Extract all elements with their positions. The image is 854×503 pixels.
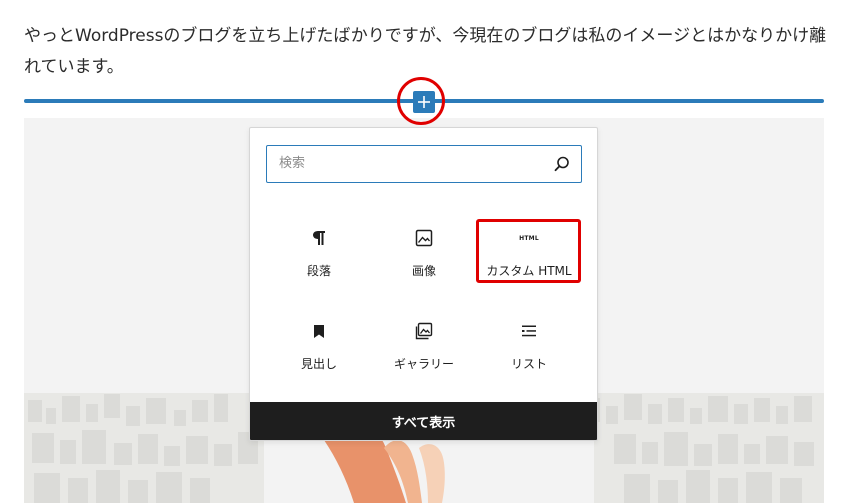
- paragraph-icon: [307, 226, 331, 250]
- plus-icon: [418, 96, 430, 108]
- block-inserter-popover: 段落 画像 HTML カスタム HTML 見出し: [249, 127, 598, 441]
- block-label: 段落: [306, 264, 331, 278]
- block-label: ギャラリー: [393, 357, 454, 371]
- block-search-input[interactable]: [267, 146, 547, 181]
- block-inserter-plus-button[interactable]: [413, 91, 435, 113]
- search-box: [266, 145, 582, 183]
- block-item-custom-html[interactable]: HTML カスタム HTML: [479, 219, 579, 285]
- block-label: リスト: [510, 357, 547, 371]
- block-item-paragraph[interactable]: 段落: [269, 219, 369, 285]
- list-icon: [517, 319, 541, 343]
- html-icon: HTML: [517, 226, 541, 250]
- image-icon: [412, 226, 436, 250]
- block-item-gallery[interactable]: ギャラリー: [374, 312, 474, 378]
- html-icon-text: HTML: [519, 234, 539, 242]
- block-item-heading[interactable]: 見出し: [269, 312, 369, 378]
- paragraph-block[interactable]: やっとWordPressのブログを立ち上げたばかりですが、今現在のブログは私のイ…: [24, 21, 834, 83]
- block-label: カスタム HTML: [486, 264, 572, 278]
- block-label: 画像: [411, 264, 436, 278]
- heading-bookmark-icon: [307, 319, 331, 343]
- block-label: 見出し: [300, 357, 337, 371]
- browse-all-button[interactable]: すべて表示: [250, 402, 597, 440]
- search-icon: [554, 156, 569, 172]
- block-item-image[interactable]: 画像: [374, 219, 474, 285]
- gallery-icon: [412, 319, 436, 343]
- block-item-list[interactable]: リスト: [479, 312, 579, 378]
